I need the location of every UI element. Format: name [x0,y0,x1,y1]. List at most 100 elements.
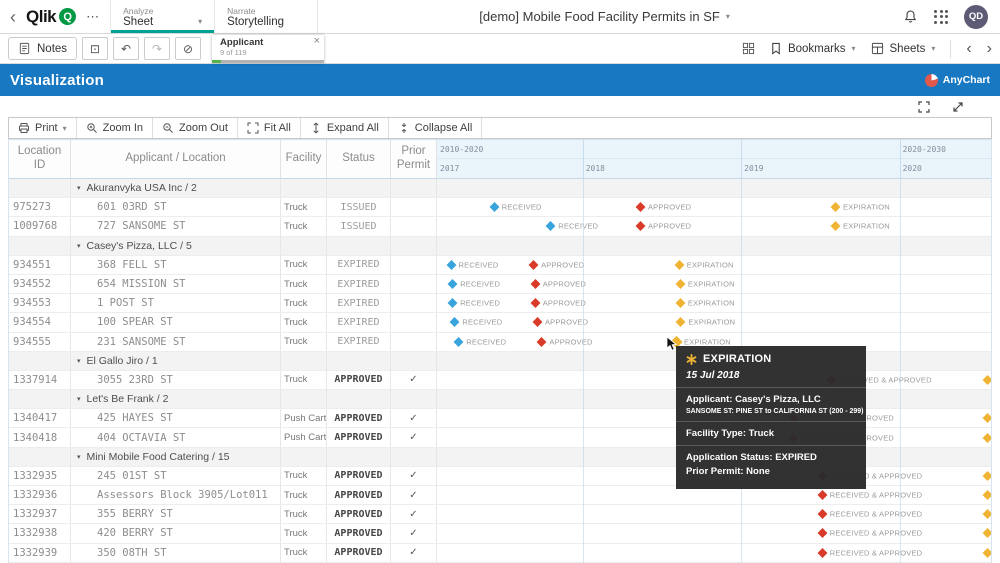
collapse-triangle-icon[interactable]: ▾ [77,242,81,250]
fit-screen-icon[interactable] [918,101,930,113]
approved-marker[interactable]: APPROVED [530,279,586,289]
prev-sheet-chevron-icon[interactable]: ‹ [966,40,971,57]
received-diamond-icon [453,336,464,347]
received-marker[interactable]: RECEIVED [446,259,499,270]
permit-row[interactable]: 1332938 420 BERRY ST Truck APPROVED ✓ RECEIVE… [9,524,991,544]
collapse-triangle-icon[interactable]: ▾ [77,453,81,461]
collapse-triangle-icon[interactable]: ▾ [77,357,81,365]
selections-tool-button[interactable]: ⊡ [82,37,109,60]
permit-row[interactable]: 975273 601 03RD ST Truck ISSUED RECEIVED APPR… [9,198,991,218]
approved-marker[interactable]: RECEIVED & APPROVED [817,509,923,520]
col-header-status[interactable]: Status [327,140,391,178]
expiration-marker[interactable]: EXPIRATION [674,259,734,270]
expiration-marker[interactable] [982,509,991,520]
print-button[interactable]: Print ▾ [9,118,77,138]
permit-row[interactable]: 1009768 727 SANSOME ST Truck ISSUED RECEIVED… [9,217,991,237]
received-marker[interactable]: RECEIVED [453,336,506,347]
fit-all-button[interactable]: Fit All [238,118,301,138]
expiration-marker[interactable] [982,432,991,443]
approved-marker[interactable]: APPROVED [530,298,586,309]
qlik-logo[interactable]: Qlik Q [26,7,77,27]
expiration-marker[interactable] [982,547,991,558]
marker-label: APPROVED [542,279,586,289]
location-id-cell: 934555 [9,332,71,351]
zoom-out-button[interactable]: Zoom Out [153,118,238,138]
app-title-dropdown[interactable]: [demo] Mobile Food Facility Permits in S… [318,0,891,33]
facility-cell: Truck [281,294,327,313]
collapse-all-button[interactable]: Collapse All [389,118,483,138]
received-marker[interactable]: RECEIVED [489,202,542,213]
expiration-marker[interactable]: EXPIRATION [830,221,890,232]
approved-marker[interactable]: APPROVED [532,317,588,328]
approved-marker[interactable]: APPROVED [528,259,584,270]
tooltip-status: Application Status: EXPIRED [686,452,817,463]
fullscreen-icon[interactable] [952,101,964,113]
app-launcher-grid-icon[interactable] [934,9,948,24]
back-chevron-icon[interactable]: ‹ [10,8,16,26]
user-avatar[interactable]: QD [964,4,988,29]
col-header-facility[interactable]: Facility [281,140,327,178]
permit-row[interactable]: 934553 1 POST ST Truck EXPIRED RECEIVED APPRO… [9,294,991,314]
expiration-diamond-icon [982,528,991,539]
location-cell: 727 SANSOME ST [71,217,281,236]
received-marker[interactable]: RECEIVED [447,279,500,289]
permit-row[interactable]: 1332937 355 BERRY ST Truck APPROVED ✓ RECEIVE… [9,505,991,525]
expiration-marker[interactable]: EXPIRATION [675,298,735,309]
approved-marker[interactable]: APPROVED [635,202,691,213]
collapse-triangle-icon[interactable]: ▾ [77,184,81,192]
permit-row[interactable]: 934554 100 SPEAR ST Truck EXPIRED RECEIVED AP… [9,313,991,333]
clear-selections-button[interactable]: ⊘ [175,37,202,60]
divider [950,39,952,58]
approved-marker[interactable]: APPROVED [635,221,691,232]
zoom-in-button[interactable]: Zoom In [77,118,153,138]
group-row[interactable]: ▾ Casey's Pizza, LLC / 5 [9,236,991,256]
chip-close-icon[interactable]: × [314,35,320,47]
group-row[interactable]: ▾ Akuranvyka USA Inc / 2 [9,179,991,199]
tab-narrate-label: Narrate [227,5,256,16]
step-back-button[interactable]: ↶ [113,37,140,60]
marker-label: APPROVED [542,298,586,308]
col-header-applicant-location[interactable]: Applicant / Location [71,140,281,178]
more-menu-icon[interactable]: ⋯ [86,9,100,25]
collapse-triangle-icon[interactable]: ▾ [77,395,81,403]
col-header-location-id[interactable]: Location ID [9,140,71,178]
tab-analyze-sheet[interactable]: Analyze Sheet ▾ [110,0,215,33]
permit-row[interactable]: 934551 368 FELL ST Truck EXPIRED RECEIVED APP… [9,255,991,275]
prior-permit-cell: ✓ [391,543,437,562]
sheets-button[interactable]: Sheets ▾ [871,42,935,55]
location-id-cell: 1332935 [9,466,71,485]
received-marker[interactable]: RECEIVED [449,317,502,328]
expiration-marker[interactable] [982,470,991,481]
permit-row[interactable]: 1332939 350 08TH ST Truck APPROVED ✓ RECEIVED… [9,543,991,563]
tooltip-facility: Facility Type: Truck [686,428,774,439]
expiration-marker[interactable]: EXPIRATION [675,317,735,328]
bookmarks-button[interactable]: Bookmarks ▾ [770,42,856,55]
received-marker[interactable]: RECEIVED [545,221,598,232]
expiration-marker[interactable] [982,413,991,424]
next-sheet-chevron-icon[interactable]: › [987,40,992,57]
expiration-marker[interactable]: EXPIRATION [670,335,731,348]
approved-marker[interactable]: RECEIVED & APPROVED [817,490,923,501]
tab-narrate-storytelling[interactable]: Narrate Storytelling [214,0,319,33]
approved-marker[interactable]: APPROVED [536,336,592,347]
status-cell: APPROVED [327,370,391,390]
timeline-header[interactable]: 2010-2020 2020-2030 2017 2018 2019 2020 [437,140,991,178]
anychart-branding[interactable]: AnyChart [924,73,990,87]
expiration-marker[interactable] [982,490,991,501]
expiration-diamond-icon [830,202,841,213]
expiration-marker[interactable]: EXPIRATION [675,279,735,289]
expand-all-button[interactable]: Expand All [301,118,389,138]
expiration-marker[interactable]: EXPIRATION [830,202,890,213]
received-marker[interactable]: RECEIVED [447,298,500,309]
col-header-prior-permit[interactable]: Prior Permit [391,140,437,178]
expiration-marker[interactable] [982,528,991,539]
notifications-bell-icon[interactable] [903,9,918,24]
notes-button[interactable]: Notes [8,37,78,60]
approved-marker[interactable]: RECEIVED & APPROVED [817,547,923,558]
grid-view-icon[interactable] [742,42,755,55]
permit-row[interactable]: 934552 654 MISSION ST Truck EXPIRED RECEIVED… [9,274,991,295]
approved-marker[interactable]: RECEIVED & APPROVED [817,528,923,539]
expiration-marker[interactable] [982,375,991,385]
step-forward-button[interactable]: ↷ [144,37,171,60]
selection-chip-applicant[interactable]: Applicant 9 of 119 × [212,34,325,63]
